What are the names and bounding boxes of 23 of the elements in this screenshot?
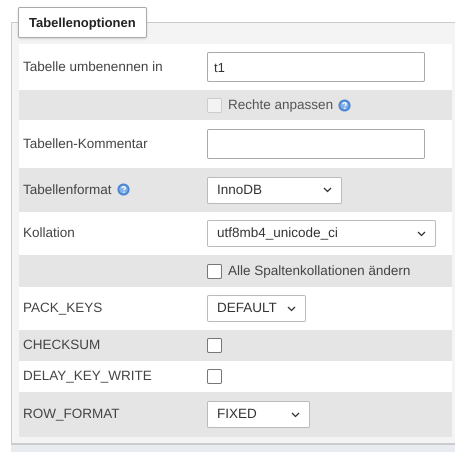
checkbox[interactable]	[207, 264, 222, 278]
field-label: CHECKSUM	[23, 337, 100, 352]
caret-icon	[287, 306, 296, 312]
caret-icon	[417, 230, 426, 236]
dropdown[interactable]: DEFAULT	[207, 295, 306, 322]
checkbox[interactable]	[207, 369, 222, 384]
field-label: Tabellenformat	[23, 182, 112, 197]
section-legend: Tabellenoptionen	[18, 7, 147, 38]
field-label: ROW_FORMAT	[23, 406, 120, 422]
field-label: PACK_KEYS	[23, 300, 102, 316]
caret-icon	[323, 187, 332, 193]
field-label: DELAY_KEY_WRITE	[23, 368, 152, 384]
help-icon[interactable]	[116, 182, 130, 196]
dropdown[interactable]: FIXED	[207, 401, 310, 428]
text-field[interactable]	[207, 129, 425, 159]
field-label: Tabelle umbenennen in	[23, 58, 163, 74]
field-label: Tabellen-Kommentar	[23, 136, 148, 151]
field-label: Kollation	[23, 225, 75, 240]
dropdown[interactable]: utf8mb4_unicode_ci	[207, 220, 436, 247]
dropdown[interactable]: InnoDB	[207, 176, 342, 204]
checkbox[interactable]	[207, 338, 222, 353]
text-field[interactable]: t1	[207, 52, 425, 82]
caret-icon	[291, 412, 300, 418]
